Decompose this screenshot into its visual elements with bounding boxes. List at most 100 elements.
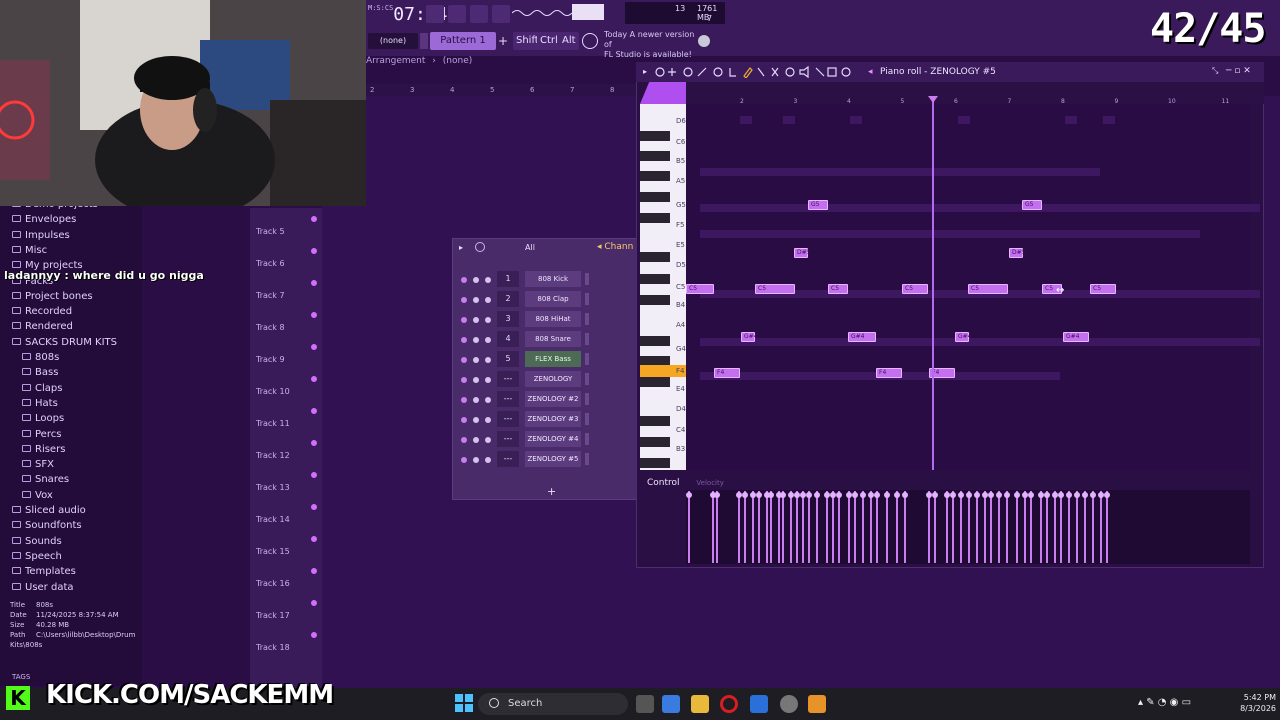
velocity-bar[interactable] — [862, 491, 864, 563]
velocity-handle[interactable] — [1066, 492, 1072, 498]
channel-name[interactable]: FLEX Bass — [525, 351, 581, 367]
channel-select[interactable] — [585, 433, 589, 445]
channel-row[interactable]: 5 FLEX Bass — [461, 351, 639, 369]
channel-pan-knob[interactable] — [473, 357, 479, 363]
velocity-bar[interactable] — [1100, 491, 1102, 563]
opera-icon[interactable] — [720, 695, 738, 713]
velocity-bar[interactable] — [1016, 491, 1018, 563]
browser-folder[interactable]: Project bones — [12, 291, 93, 302]
velocity-bar[interactable] — [778, 491, 780, 563]
velocity-handle[interactable] — [874, 492, 880, 498]
channel-vol-knob[interactable] — [485, 277, 491, 283]
black-key[interactable] — [640, 213, 670, 223]
velocity-bar[interactable] — [968, 491, 970, 563]
midi-note[interactable]: G#4 — [1063, 332, 1089, 342]
browser-folder[interactable]: User data — [12, 582, 74, 593]
velocity-bar[interactable] — [744, 491, 746, 563]
app-icon[interactable] — [780, 695, 798, 713]
midi-note[interactable]: C5 — [1090, 284, 1116, 294]
rack-arrow-icon[interactable]: ▸ — [459, 243, 463, 252]
velocity-handle[interactable] — [852, 492, 858, 498]
track-label[interactable]: Track 12 — [256, 451, 290, 460]
velocity-handle[interactable] — [814, 492, 820, 498]
channel-pan-knob[interactable] — [473, 337, 479, 343]
globe-icon[interactable] — [698, 35, 710, 47]
browser-folder[interactable]: Speech — [12, 551, 62, 562]
channel-select[interactable] — [585, 353, 589, 365]
browser-subfolder[interactable]: Bass — [22, 367, 58, 378]
taskbar-clock[interactable]: 5:42 PM 8/3/2026 — [1212, 692, 1276, 714]
channel-vol-knob[interactable] — [485, 337, 491, 343]
velocity-bar[interactable] — [716, 491, 718, 563]
velocity-bar[interactable] — [976, 491, 978, 563]
velocity-handle[interactable] — [1082, 492, 1088, 498]
channel-led[interactable] — [461, 297, 467, 303]
step-seq-icon[interactable] — [448, 5, 466, 23]
midi-note[interactable]: C5 — [968, 284, 1008, 294]
velocity-handle[interactable] — [714, 492, 720, 498]
window-controls[interactable]: ─ ▫ ✕ — [1226, 66, 1251, 76]
track-mute-led[interactable] — [311, 472, 317, 478]
velocity-bar[interactable] — [848, 491, 850, 563]
channel-row[interactable]: 1 808 Kick — [461, 271, 639, 289]
midi-note[interactable]: D#5 — [794, 248, 810, 258]
velocity-bar[interactable] — [870, 491, 872, 563]
track-mute-led[interactable] — [311, 280, 317, 286]
velocity-handle[interactable] — [958, 492, 964, 498]
channel-led[interactable] — [461, 437, 467, 443]
velocity-bar[interactable] — [946, 491, 948, 563]
channel-mixer-track[interactable]: 2 — [497, 291, 519, 307]
alt-button[interactable]: Alt — [559, 32, 579, 50]
velocity-handle[interactable] — [932, 492, 938, 498]
browser-folder[interactable]: Impulses — [12, 230, 70, 241]
piano-roll-tools[interactable] — [654, 65, 854, 79]
track-mute-led[interactable] — [311, 248, 317, 254]
track-label[interactable]: Track 18 — [256, 643, 290, 652]
black-key[interactable] — [640, 416, 670, 426]
velocity-handle[interactable] — [1014, 492, 1020, 498]
midi-note[interactable]: F4 — [876, 368, 902, 378]
velocity-bar[interactable] — [796, 491, 798, 563]
channel-led[interactable] — [461, 357, 467, 363]
channel-row[interactable]: --- ZENOLOGY — [461, 371, 639, 389]
track-label[interactable]: Track 9 — [256, 355, 285, 364]
channel-name[interactable]: ZENOLOGY #5 — [525, 451, 581, 467]
rack-options-icon[interactable] — [475, 242, 485, 252]
velocity-handle[interactable] — [1044, 492, 1050, 498]
rack-filter[interactable]: All — [525, 243, 535, 252]
channel-row[interactable]: --- ZENOLOGY #5 — [461, 451, 639, 469]
channel-row[interactable]: 4 808 Snare — [461, 331, 639, 349]
track-label[interactable]: Track 7 — [256, 291, 285, 300]
browser-folder[interactable]: SACKS DRUM KITS — [12, 337, 117, 348]
velocity-bar[interactable] — [802, 491, 804, 563]
velocity-handle[interactable] — [768, 492, 774, 498]
velocity-bar[interactable] — [934, 491, 936, 563]
midi-note[interactable]: C5 — [686, 284, 714, 294]
channel-mixer-track[interactable]: --- — [497, 391, 519, 407]
velocity-bar[interactable] — [782, 491, 784, 563]
channel-pan-knob[interactable] — [473, 397, 479, 403]
track-mute-led[interactable] — [311, 504, 317, 510]
midi-note[interactable]: C5 — [828, 284, 848, 294]
channel-select[interactable] — [585, 373, 589, 385]
track-label[interactable]: Track 15 — [256, 547, 290, 556]
channel-select[interactable] — [585, 333, 589, 345]
channel-row[interactable]: 3 808 HiHat — [461, 311, 639, 329]
velocity-handle[interactable] — [1074, 492, 1080, 498]
wave-icon[interactable] — [470, 5, 488, 23]
add-pattern-icon[interactable]: + — [498, 33, 508, 49]
arrangement-ruler[interactable]: 2 3 4 5 6 7 8 — [366, 84, 636, 96]
black-key[interactable] — [640, 377, 670, 387]
track-mute-led[interactable] — [311, 632, 317, 638]
velocity-handle[interactable] — [1028, 492, 1034, 498]
black-key[interactable] — [640, 151, 670, 161]
velocity-bar[interactable] — [990, 491, 992, 563]
velocity-bar[interactable] — [998, 491, 1000, 563]
channel-row[interactable]: --- ZENOLOGY #3 — [461, 411, 639, 429]
velocity-bar[interactable] — [1076, 491, 1078, 563]
channel-name[interactable]: ZENOLOGY #3 — [525, 411, 581, 427]
velocity-bar[interactable] — [688, 491, 690, 563]
velocity-bar[interactable] — [1046, 491, 1048, 563]
channel-pan-knob[interactable] — [473, 457, 479, 463]
velocity-bar[interactable] — [952, 491, 954, 563]
